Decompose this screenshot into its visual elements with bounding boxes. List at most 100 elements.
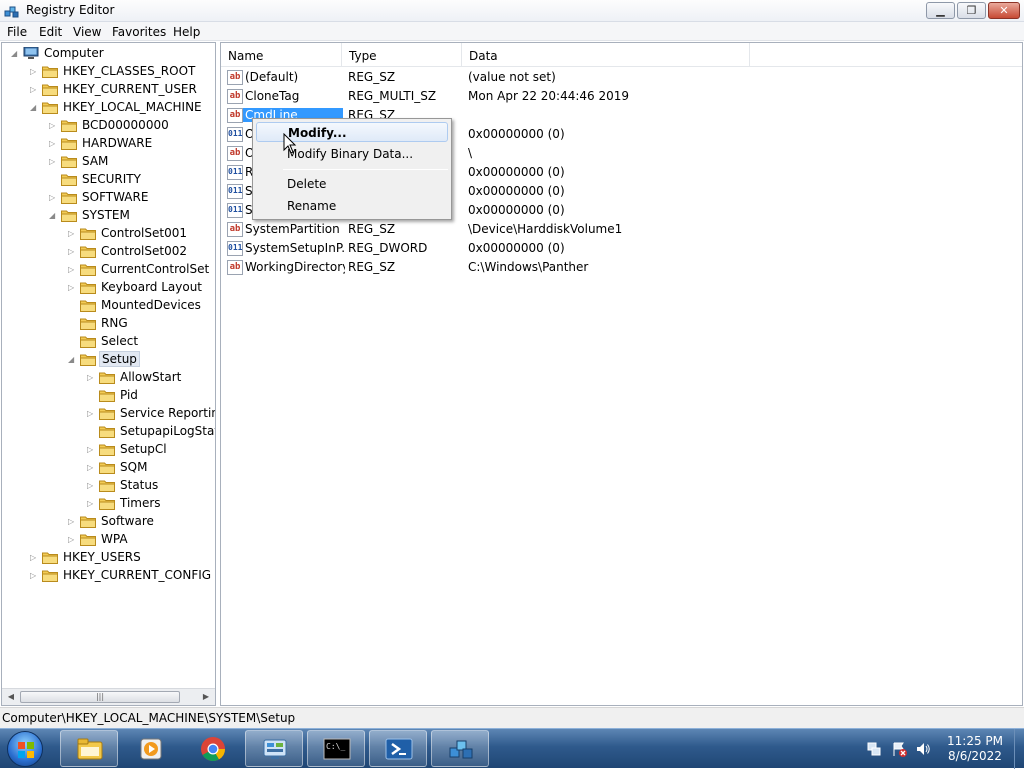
menu-help[interactable]: Help: [173, 25, 200, 39]
collapsed-arrow-icon[interactable]: ▷: [87, 498, 96, 509]
column-header-type[interactable]: Type: [342, 43, 462, 67]
taskbar-powershell[interactable]: [369, 730, 427, 767]
tree-node[interactable]: ▷ HKEY_USERS: [30, 549, 215, 567]
taskbar-command-prompt[interactable]: C:\_: [307, 730, 365, 767]
tree-node[interactable]: ▷ Status: [87, 477, 215, 495]
collapsed-arrow-icon[interactable]: ▷: [49, 156, 58, 167]
collapsed-arrow-icon[interactable]: ▷: [68, 264, 77, 275]
collapsed-arrow-icon[interactable]: ▷: [30, 84, 39, 95]
tree-node[interactable]: ◢ Computer: [11, 45, 215, 63]
registry-tree[interactable]: ◀ ||| ▶ ◢ Computer ▷ HKEY_CLASSES_ROOT ▷ HKEY…: [1, 42, 216, 706]
maximize-button[interactable]: ❐: [957, 2, 986, 19]
context-menu-rename[interactable]: Rename: [256, 196, 448, 216]
tree-node[interactable]: ▷ AllowStart: [87, 369, 215, 387]
menu-edit[interactable]: Edit: [39, 25, 62, 39]
tree-node-label: HARDWARE: [82, 136, 153, 150]
collapsed-arrow-icon[interactable]: ▷: [49, 120, 58, 131]
scroll-left-arrow-icon[interactable]: ◀: [4, 691, 18, 703]
folder-icon: [80, 246, 96, 258]
tree-horizontal-scrollbar[interactable]: ◀ ||| ▶: [2, 688, 215, 705]
tree-node[interactable]: ▷ SAM: [49, 153, 215, 171]
collapsed-arrow-icon[interactable]: ▷: [87, 408, 96, 419]
collapsed-arrow-icon[interactable]: ▷: [30, 66, 39, 77]
tree-node[interactable]: ▷ Keyboard Layout: [68, 279, 215, 297]
list-row[interactable]: ab WorkingDirectory REG_SZ C:\Windows\Panth…: [221, 258, 1021, 277]
tree-node[interactable]: ▷ HARDWARE: [49, 135, 215, 153]
tree-node[interactable]: ▷ ControlSet001: [68, 225, 215, 243]
collapsed-arrow-icon[interactable]: ▷: [87, 372, 96, 383]
collapsed-arrow-icon[interactable]: ▷: [49, 138, 58, 149]
expanded-arrow-icon[interactable]: ◢: [49, 210, 58, 221]
tree-node[interactable]: ▷ HKEY_CLASSES_ROOT: [30, 63, 215, 81]
list-row[interactable]: ab SystemPartition REG_SZ \Device\HarddiskV…: [221, 220, 1021, 239]
taskbar-registry-editor[interactable]: [431, 730, 489, 767]
collapsed-arrow-icon[interactable]: ▷: [30, 570, 39, 581]
column-header-name[interactable]: Name: [221, 43, 342, 67]
list-row[interactable]: ab (Default) REG_SZ (value not set): [221, 68, 1021, 87]
expanded-arrow-icon[interactable]: ◢: [30, 102, 39, 113]
collapsed-arrow-icon[interactable]: ▷: [68, 228, 77, 239]
tree-node[interactable]: ◢ SYSTEM: [49, 207, 215, 225]
list-row[interactable]: ab CloneTag REG_MULTI_SZ Mon Apr 22 20:44:4…: [221, 87, 1021, 106]
value-data: 0x00000000 (0): [468, 165, 565, 179]
tree-node[interactable]: RNG: [68, 315, 215, 333]
taskbar-control-panel[interactable]: [245, 730, 303, 767]
collapsed-arrow-icon[interactable]: ▷: [87, 462, 96, 473]
column-header-data[interactable]: Data: [462, 43, 750, 67]
minimize-button[interactable]: ▁: [926, 2, 955, 19]
expanded-arrow-icon[interactable]: ◢: [11, 48, 20, 59]
tree-node[interactable]: ▷ Timers: [87, 495, 215, 513]
window-title: Registry Editor: [26, 3, 115, 17]
context-menu-delete[interactable]: Delete: [256, 174, 448, 194]
expanded-arrow-icon[interactable]: ◢: [68, 354, 77, 365]
collapsed-arrow-icon[interactable]: ▷: [68, 516, 77, 527]
value-data: \Device\HarddiskVolume1: [468, 222, 623, 236]
tree-node[interactable]: ▷ HKEY_CURRENT_CONFIG: [30, 567, 215, 585]
list-row[interactable]: 011 SystemSetupInP... REG_DWORD 0x00000000 …: [221, 239, 1021, 258]
scroll-thumb[interactable]: |||: [20, 691, 180, 703]
tree-node-label: SetupCl: [120, 442, 167, 456]
close-button[interactable]: ✕: [988, 2, 1020, 19]
tree-node[interactable]: SetupapiLogStatu: [87, 423, 215, 441]
tree-node[interactable]: ▷ Service Reporting: [87, 405, 215, 423]
tree-node[interactable]: ▷ Software: [68, 513, 215, 531]
no-expander: [87, 426, 96, 437]
collapsed-arrow-icon[interactable]: ▷: [68, 246, 77, 257]
system-clock[interactable]: 11:25 PM 8/6/2022: [940, 734, 1010, 764]
tree-node[interactable]: SECURITY: [49, 171, 215, 189]
volume-icon[interactable]: [915, 741, 931, 757]
tree-node[interactable]: Pid: [87, 387, 215, 405]
tree-node[interactable]: ▷ SetupCl: [87, 441, 215, 459]
taskbar-file-explorer[interactable]: [60, 730, 118, 767]
tree-node[interactable]: ◢ Setup: [68, 351, 215, 369]
tree-node[interactable]: ▷ CurrentControlSet: [68, 261, 215, 279]
tree-node[interactable]: ◢ HKEY_LOCAL_MACHINE: [30, 99, 215, 117]
tree-node[interactable]: ▷ SQM: [87, 459, 215, 477]
menu-favorites[interactable]: Favorites: [112, 25, 166, 39]
tree-node[interactable]: ▷ HKEY_CURRENT_USER: [30, 81, 215, 99]
menu-file[interactable]: File: [7, 25, 27, 39]
start-button[interactable]: [7, 731, 43, 767]
taskbar-chrome[interactable]: [183, 730, 241, 767]
scroll-right-arrow-icon[interactable]: ▶: [199, 691, 213, 703]
menu-view[interactable]: View: [73, 25, 101, 39]
action-center-flag-icon[interactable]: [891, 741, 907, 757]
tree-node-label: ControlSet001: [101, 226, 187, 240]
taskbar-media-player[interactable]: [121, 730, 179, 767]
network-icon[interactable]: [866, 741, 882, 757]
collapsed-arrow-icon[interactable]: ▷: [87, 480, 96, 491]
collapsed-arrow-icon[interactable]: ▷: [87, 444, 96, 455]
collapsed-arrow-icon[interactable]: ▷: [68, 534, 77, 545]
tree-node[interactable]: Select: [68, 333, 215, 351]
collapsed-arrow-icon[interactable]: ▷: [68, 282, 77, 293]
tree-node-label: Pid: [120, 388, 138, 402]
collapsed-arrow-icon[interactable]: ▷: [49, 192, 58, 203]
no-expander: [68, 318, 77, 329]
tree-node[interactable]: ▷ WPA: [68, 531, 215, 549]
tree-node[interactable]: MountedDevices: [68, 297, 215, 315]
collapsed-arrow-icon[interactable]: ▷: [30, 552, 39, 563]
tree-node[interactable]: ▷ BCD00000000: [49, 117, 215, 135]
tree-node[interactable]: ▷ SOFTWARE: [49, 189, 215, 207]
show-desktop-button[interactable]: [1014, 729, 1024, 769]
tree-node[interactable]: ▷ ControlSet002: [68, 243, 215, 261]
